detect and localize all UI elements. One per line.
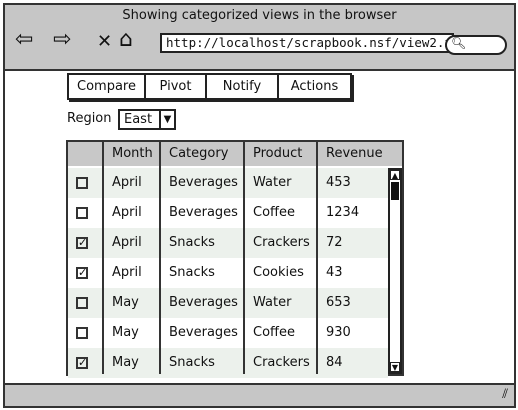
region-label: Region (67, 111, 112, 126)
cell-month: May (112, 295, 139, 310)
table-row[interactable]: ✓ April Snacks Cookies 43 (68, 258, 388, 288)
row-checkbox[interactable] (76, 207, 88, 219)
row-checkbox[interactable] (76, 297, 88, 309)
home-icon[interactable]: ⌂ (119, 27, 133, 53)
tab-compare[interactable]: Compare (67, 73, 146, 100)
cell-revenue: 1234 (326, 205, 360, 220)
cell-product: Coffee (253, 205, 295, 220)
vertical-scrollbar[interactable]: ▲ ▼ (388, 168, 402, 374)
cell-revenue: 84 (326, 355, 343, 370)
browser-toolbar: Showing categorized views in the browser… (5, 5, 514, 71)
tab-bar: Compare Pivot Notify Actions (67, 73, 352, 100)
row-checkbox[interactable]: ✓ (76, 357, 88, 369)
cell-product: Crackers (253, 235, 310, 250)
table-row[interactable]: May Beverages Water 653 (68, 288, 388, 318)
resize-grip-icon[interactable]: ⫽ (502, 387, 508, 402)
scroll-down-icon[interactable]: ▼ (390, 362, 400, 372)
cell-product: Crackers (253, 355, 310, 370)
cell-revenue: 72 (326, 235, 343, 250)
cell-revenue: 43 (326, 265, 343, 280)
cell-product: Water (253, 295, 292, 310)
cell-product: Cookies (253, 265, 304, 280)
url-field[interactable]: http://localhost/scrapbook.nsf/view2.xsp (160, 33, 467, 53)
table-row[interactable]: ✓ May Snacks Crackers 84 (68, 348, 388, 378)
forward-arrow-icon[interactable]: ⇨ (53, 27, 71, 53)
window-title: Showing categorized views in the browser (122, 8, 397, 23)
column-header-category[interactable]: Category (161, 142, 243, 166)
search-input[interactable]: 🔍︎ (445, 35, 507, 55)
data-table: Month Category Product Revenue April Bev… (66, 140, 404, 378)
column-divider (243, 142, 245, 374)
cell-category: Snacks (169, 265, 215, 280)
cell-revenue: 930 (326, 325, 351, 340)
stop-icon[interactable]: ✕ (97, 29, 112, 55)
column-header-month[interactable]: Month (104, 142, 159, 166)
cell-product: Water (253, 175, 292, 190)
search-icon: 🔍︎ (451, 36, 467, 50)
cell-month: April (112, 175, 142, 190)
column-header-revenue[interactable]: Revenue (318, 142, 402, 166)
chevron-down-icon[interactable]: ▼ (159, 111, 174, 128)
row-checkbox[interactable]: ✓ (76, 267, 88, 279)
scroll-thumb[interactable] (391, 182, 399, 200)
region-select[interactable]: East ▼ (118, 109, 176, 130)
cell-category: Beverages (169, 325, 238, 340)
table-row[interactable]: ✓ April Snacks Crackers 72 (68, 228, 388, 258)
tab-actions[interactable]: Actions (279, 73, 352, 100)
table-row[interactable]: April Beverages Water 453 (68, 168, 388, 198)
region-value: East (124, 112, 153, 127)
back-arrow-icon[interactable]: ⇦ (15, 27, 33, 53)
tab-notify[interactable]: Notify (207, 73, 279, 100)
row-checkbox[interactable] (76, 327, 88, 339)
column-divider (159, 142, 161, 374)
cell-category: Beverages (169, 295, 238, 310)
cell-product: Coffee (253, 325, 295, 340)
cell-month: May (112, 325, 139, 340)
table-row[interactable]: May Beverages Coffee 930 (68, 318, 388, 348)
cell-month: April (112, 235, 142, 250)
table-row[interactable]: April Beverages Coffee 1234 (68, 198, 388, 228)
scroll-up-icon[interactable]: ▲ (390, 170, 400, 180)
column-divider (316, 142, 318, 374)
select-column-header (68, 142, 102, 166)
row-checkbox[interactable]: ✓ (76, 237, 88, 249)
status-bar: ⫽ (5, 383, 514, 406)
cell-category: Snacks (169, 235, 215, 250)
cell-month: April (112, 205, 142, 220)
cell-revenue: 453 (326, 175, 351, 190)
cell-month: April (112, 265, 142, 280)
cell-category: Snacks (169, 355, 215, 370)
row-checkbox[interactable] (76, 177, 88, 189)
tab-pivot[interactable]: Pivot (146, 73, 207, 100)
column-header-product[interactable]: Product (245, 142, 316, 166)
cell-revenue: 653 (326, 295, 351, 310)
column-divider (102, 142, 104, 374)
cell-category: Beverages (169, 175, 238, 190)
cell-category: Beverages (169, 205, 238, 220)
browser-window: Showing categorized views in the browser… (3, 3, 516, 408)
cell-month: May (112, 355, 139, 370)
